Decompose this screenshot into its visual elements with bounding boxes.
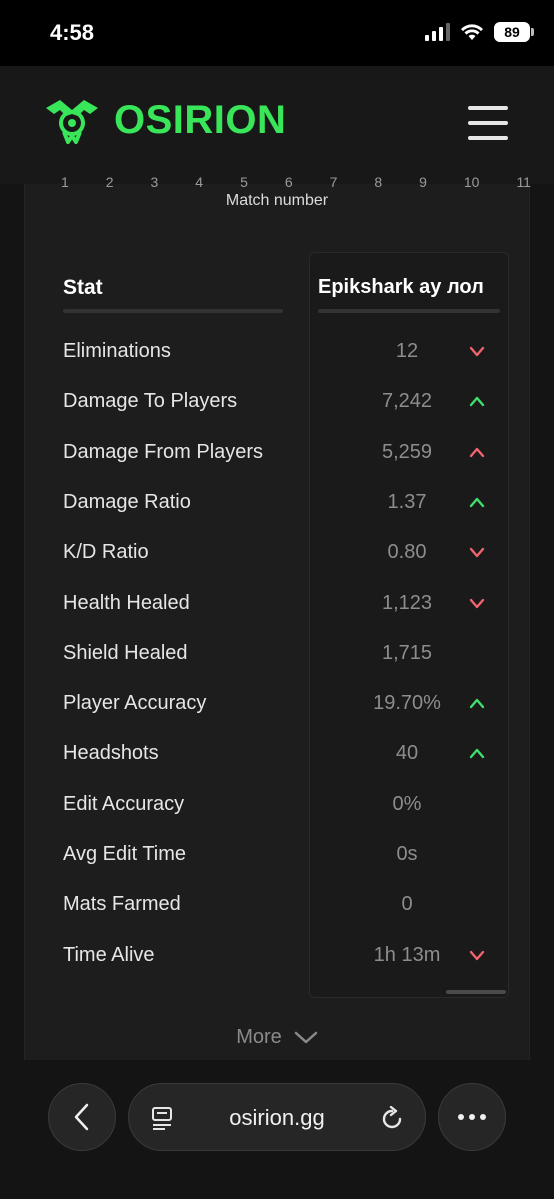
stat-column-header: Stat — [63, 276, 103, 299]
player-column-header: Epikshark ау лол — [318, 276, 484, 298]
table-row: Headshots 40 — [25, 736, 531, 786]
stat-value: 1.37 — [387, 490, 427, 513]
table-row: Edit Accuracy 0% — [25, 787, 531, 837]
stat-name: Avg Edit Time — [63, 843, 187, 865]
more-options-button[interactable] — [438, 1083, 506, 1151]
trend-up-icon — [469, 749, 485, 759]
stat-name: Mats Farmed — [63, 893, 181, 916]
status-bar: 4:58 89 — [0, 0, 554, 66]
stat-name: Player Accuracy — [63, 692, 207, 715]
table-row: Shield Healed 1,715 — [25, 636, 531, 686]
stat-value: 7,242 — [381, 390, 433, 413]
stat-name: Damage Ratio — [63, 490, 191, 513]
stat-name: Shield Healed — [63, 641, 188, 664]
more-label: More — [236, 1026, 282, 1048]
table-row: Damage Ratio 1.37 — [25, 485, 531, 535]
chart-x-ticks: 1 2 3 4 5 6 7 8 9 10 11 — [61, 174, 531, 188]
table-row: Health Healed 1,123 — [25, 586, 531, 636]
table-row: Player Accuracy 19.70% — [25, 686, 531, 736]
stat-value: 0 — [401, 893, 413, 916]
brand-name: OSIRION — [114, 97, 287, 142]
wifi-icon — [461, 24, 483, 40]
table-row: Time Alive 1h 13m — [25, 938, 531, 988]
chart-x-tick: 2 — [105, 174, 114, 188]
stat-name: Damage From Players — [63, 440, 264, 463]
chart-x-tick: 9 — [419, 174, 427, 188]
stat-name: K/D Ratio — [63, 541, 149, 564]
trend-up-icon — [469, 397, 485, 407]
reload-icon[interactable] — [379, 1106, 405, 1132]
trend-down-icon — [469, 598, 485, 608]
brand-logo[interactable]: OSIRION — [44, 96, 286, 144]
chart-x-tick: 11 — [516, 174, 531, 188]
osirion-logo-icon — [46, 100, 98, 144]
table-row: Avg Edit Time 0s — [25, 837, 531, 887]
chart-x-tick: 1 — [61, 174, 69, 188]
stat-header-underline — [63, 309, 283, 313]
chevron-down-icon — [294, 1031, 318, 1043]
back-button[interactable] — [48, 1083, 116, 1151]
hamburger-icon[interactable] — [468, 106, 508, 140]
trend-up-icon — [469, 497, 485, 508]
chart-x-tick: 10 — [463, 174, 480, 188]
stat-value: 12 — [395, 340, 419, 362]
ellipsis-icon — [458, 1114, 486, 1120]
more-button[interactable]: More — [25, 1026, 529, 1049]
trend-down-icon — [469, 547, 485, 558]
stat-name: Health Healed — [63, 591, 190, 614]
table-row: Damage From Players 5,259 — [25, 435, 531, 485]
stat-value: 1h 13m — [373, 943, 441, 966]
stat-value: 19.70% — [373, 692, 441, 715]
chart-x-label: Match number — [225, 192, 329, 209]
stat-value: 0s — [396, 843, 418, 865]
table-row: Mats Farmed 0 — [25, 887, 531, 937]
table-row: K/D Ratio 0.80 — [25, 535, 531, 585]
chevron-left-icon — [74, 1103, 89, 1131]
cellular-signal-icon — [425, 23, 450, 41]
stat-name: Edit Accuracy — [63, 792, 185, 815]
app-header: OSIRION — [0, 66, 554, 184]
stat-value: 0.80 — [387, 541, 427, 564]
table-row: Eliminations 12 — [25, 334, 531, 384]
trend-up-icon — [469, 698, 485, 709]
stat-name: Time Alive — [63, 943, 155, 966]
stat-value: 5,259 — [381, 440, 433, 463]
stat-value: 40 — [395, 742, 419, 765]
status-time: 4:58 — [50, 20, 95, 45]
chart-x-tick: 3 — [150, 174, 159, 188]
stats-card: 1 2 3 4 5 6 7 8 9 10 11 Match number Stat Epikshar… — [24, 174, 531, 1060]
stat-name: Headshots — [63, 742, 159, 765]
stat-value: 1,715 — [381, 641, 433, 664]
address-bar[interactable]: osirion.gg — [128, 1083, 426, 1151]
battery-icon: 89 — [494, 22, 534, 42]
stat-name: Damage To Players — [63, 390, 238, 413]
status-indicators: 89 — [425, 22, 534, 42]
browser-toolbar: osirion.gg — [0, 1060, 554, 1199]
trend-down-icon — [469, 950, 485, 960]
stat-value: 0% — [392, 792, 422, 815]
chart-x-tick: 6 — [284, 174, 293, 188]
player-header-underline — [318, 309, 500, 313]
chart-x-tick: 8 — [374, 174, 383, 188]
chart-x-tick: 5 — [240, 174, 248, 188]
chart-x-tick: 7 — [329, 174, 338, 188]
stat-value: 1,123 — [381, 591, 433, 614]
trend-down-icon — [469, 346, 485, 357]
chart-x-tick: 4 — [195, 174, 204, 188]
stat-name: Eliminations — [63, 340, 171, 362]
table-row: Damage To Players 7,242 — [25, 384, 531, 434]
trend-up-icon — [469, 447, 485, 457]
horizontal-scrollbar[interactable] — [446, 990, 506, 994]
